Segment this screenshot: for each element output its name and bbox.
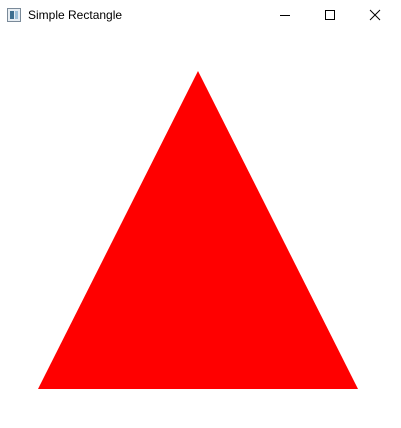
window-title: Simple Rectangle [28, 8, 123, 22]
app-icon-pane-right [15, 11, 18, 19]
app-icon-pane-left [10, 11, 14, 19]
close-icon [369, 9, 380, 21]
minimize-icon [279, 15, 290, 16]
app-window-icon[interactable] [7, 8, 21, 22]
close-button[interactable] [352, 0, 397, 30]
drawing-canvas [0, 30, 401, 428]
title-bar[interactable]: Simple Rectangle [0, 0, 401, 30]
maximize-button[interactable] [307, 0, 352, 30]
maximize-icon [324, 10, 335, 20]
minimize-button[interactable] [262, 0, 307, 30]
client-area [0, 30, 401, 428]
app-window: Simple Rectangle [0, 0, 401, 428]
